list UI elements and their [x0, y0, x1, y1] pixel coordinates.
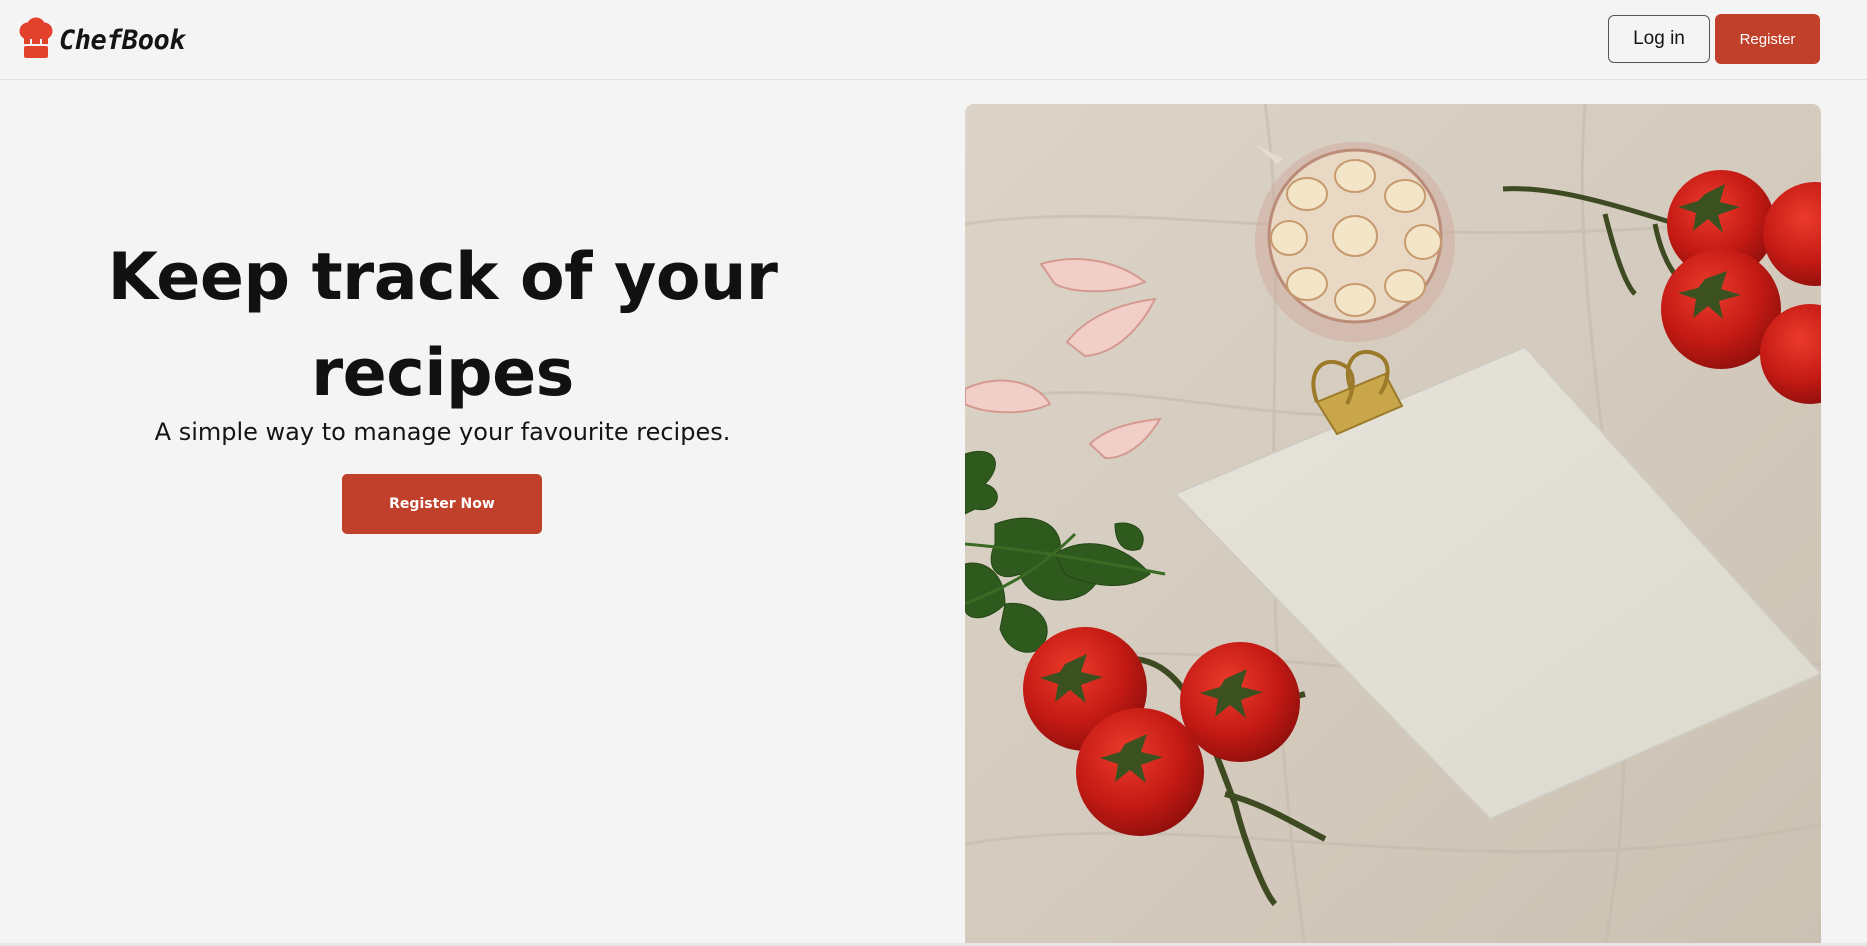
brand-name: ChefBook [59, 24, 186, 56]
top-navbar: ChefBook Log in Register [0, 0, 1867, 80]
hero-title-line2: recipes [311, 336, 574, 411]
hero-title-line1: Keep track of your [107, 240, 778, 315]
register-now-button[interactable]: Register Now [342, 474, 542, 534]
chef-hat-icon [19, 17, 53, 58]
brand-logo[interactable]: ChefBook [16, 12, 186, 64]
register-button[interactable]: Register [1715, 14, 1820, 64]
hero-section: Keep track of your recipes A simple way … [0, 80, 885, 946]
login-button[interactable]: Log in [1608, 15, 1710, 63]
food-still-life-illustration [965, 104, 1821, 946]
hero-subtitle: A simple way to manage your favourite re… [154, 418, 731, 446]
hero-photo [965, 104, 1821, 946]
hero-title: Keep track of your recipes [0, 230, 885, 422]
